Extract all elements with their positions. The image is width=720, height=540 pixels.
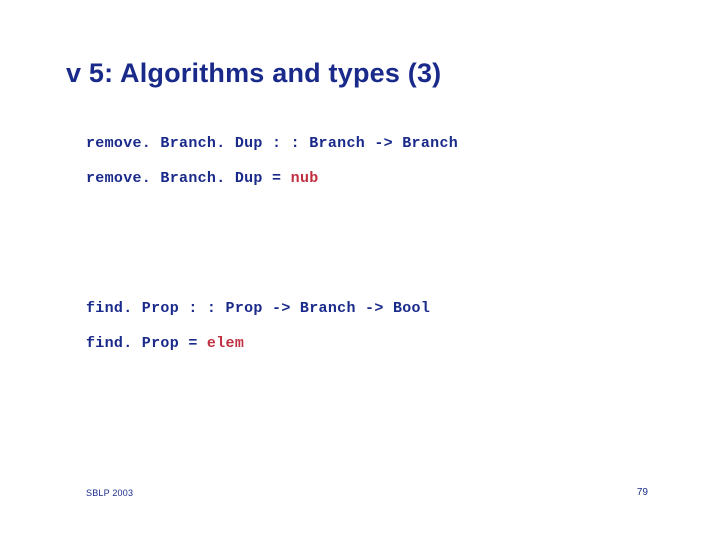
slide-title: v 5: Algorithms and types (3)	[66, 58, 441, 89]
code-highlight: nub	[291, 170, 319, 187]
slide: v 5: Algorithms and types (3) remove. Br…	[0, 0, 720, 540]
code-line-3: find. Prop : : Prop -> Branch -> Bool	[86, 300, 430, 318]
code-text: remove. Branch. Dup : : Branch -> Branch	[86, 135, 458, 152]
code-line-1: remove. Branch. Dup : : Branch -> Branch	[86, 135, 458, 153]
code-line-2: remove. Branch. Dup = nub	[86, 170, 319, 188]
code-highlight: elem	[207, 335, 244, 352]
code-line-4: find. Prop = elem	[86, 335, 244, 353]
footer-left: SBLP 2003	[86, 488, 133, 498]
code-text: find. Prop : : Prop -> Branch -> Bool	[86, 300, 430, 317]
code-text: remove. Branch. Dup =	[86, 170, 291, 187]
page-number: 79	[637, 487, 648, 498]
code-text: find. Prop =	[86, 335, 207, 352]
